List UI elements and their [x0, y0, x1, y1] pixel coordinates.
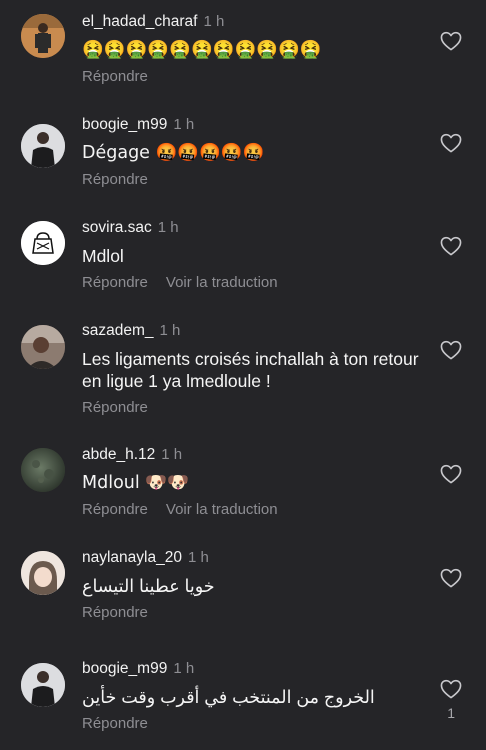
username[interactable]: boogie_m99	[82, 660, 167, 677]
heart-icon[interactable]	[440, 679, 462, 699]
comment-text: 🤮🤮🤮🤮🤮🤮🤮🤮🤮🤮🤮	[82, 40, 322, 60]
timestamp: 1 h	[173, 660, 195, 677]
avatar[interactable]	[21, 124, 65, 168]
translate-button[interactable]: Voir la traduction	[166, 501, 278, 518]
avatar[interactable]	[21, 14, 65, 58]
avatar[interactable]	[21, 325, 65, 369]
avatar[interactable]	[21, 551, 65, 595]
avatar[interactable]	[21, 221, 65, 265]
username[interactable]: el_hadad_charaf	[82, 13, 198, 30]
heart-icon[interactable]	[440, 133, 462, 153]
reply-button[interactable]: Répondre	[82, 715, 148, 732]
avatar[interactable]	[21, 448, 65, 492]
username[interactable]: abde_h.12	[82, 446, 155, 463]
reply-button[interactable]: Répondre	[82, 501, 148, 518]
comment-text: الخروج من المنتخب في أقرب وقت خأين	[82, 687, 375, 707]
timestamp: 1 h	[187, 549, 209, 566]
heart-icon[interactable]	[440, 340, 462, 360]
username[interactable]: sovira.sac	[82, 219, 152, 236]
reply-button[interactable]: Répondre	[82, 171, 148, 188]
timestamp: 1 h	[161, 446, 183, 463]
like-count: 1	[447, 705, 455, 721]
timestamp: 1 h	[157, 219, 179, 236]
comment-text: Les ligaments croisés inchallah à ton re…	[82, 349, 419, 391]
heart-icon[interactable]	[440, 568, 462, 588]
reply-button[interactable]: Répondre	[82, 274, 148, 291]
avatar[interactable]	[21, 663, 65, 707]
heart-icon[interactable]	[440, 236, 462, 256]
comment-text: Mdlol	[82, 246, 124, 266]
timestamp: 1 h	[173, 116, 195, 133]
comment-text: Dégage 🤬🤬🤬🤬🤬	[82, 143, 265, 163]
comment-text: Mdloul 🐶🐶	[82, 473, 189, 493]
reply-button[interactable]: Répondre	[82, 68, 148, 85]
timestamp: 1 h	[203, 13, 225, 30]
translate-button[interactable]: Voir la traduction	[166, 274, 278, 291]
comment-text: خويا عطينا التيساع	[82, 576, 215, 596]
heart-icon[interactable]	[440, 31, 462, 51]
reply-button[interactable]: Répondre	[82, 604, 148, 621]
username[interactable]: naylanayla_20	[82, 549, 182, 566]
timestamp: 1 h	[159, 322, 181, 339]
username[interactable]: sazadem_	[82, 322, 154, 339]
username[interactable]: boogie_m99	[82, 116, 167, 133]
reply-button[interactable]: Répondre	[82, 399, 148, 416]
heart-icon[interactable]	[440, 464, 462, 484]
